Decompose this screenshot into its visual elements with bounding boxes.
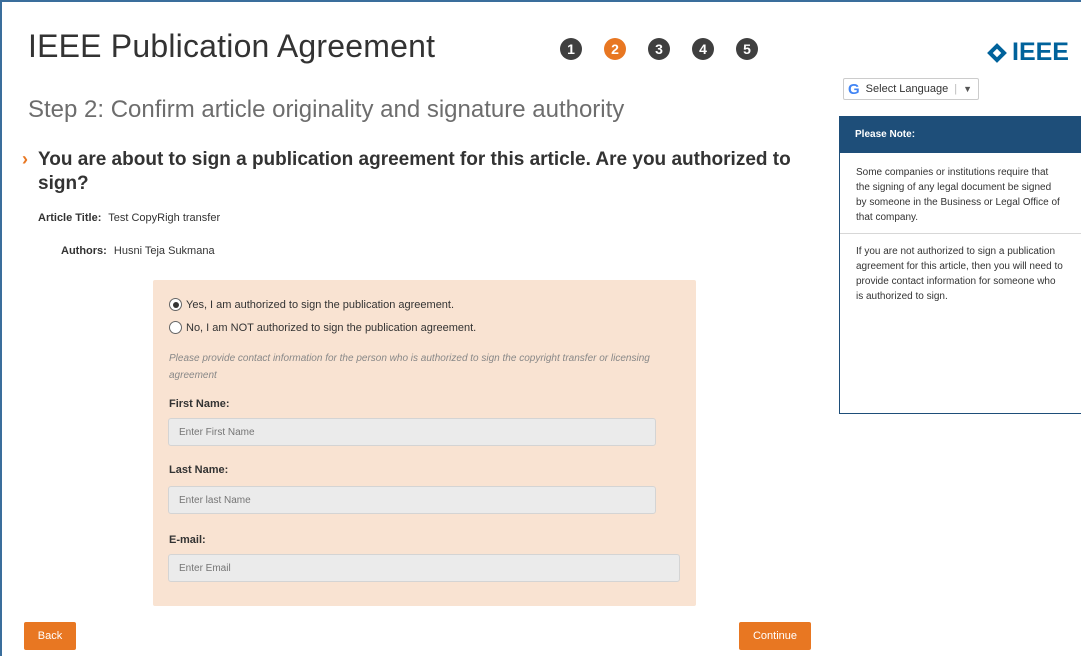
note-paragraph-2: If you are not authorized to sign a publ… xyxy=(856,246,1063,302)
last-name-input[interactable] xyxy=(168,486,656,514)
article-title-value: Test CopyRigh transfer xyxy=(108,212,221,224)
option-no-label[interactable]: No, I am NOT authorized to sign the publ… xyxy=(186,322,476,334)
step-1-indicator: 1 xyxy=(560,38,582,60)
note-paragraph-1: Some companies or institutions require t… xyxy=(840,153,1081,234)
window-top-border xyxy=(0,0,1081,2)
question-text: You are about to sign a publication agre… xyxy=(38,149,791,194)
language-selector[interactable]: G Select Language | ▼ xyxy=(843,78,980,100)
ieee-diamond-icon xyxy=(987,42,1007,63)
language-divider: | xyxy=(954,83,958,95)
ieee-logo: IEEE xyxy=(987,38,1069,67)
step-indicator: 1 2 3 4 5 xyxy=(560,38,758,60)
please-note-title: Please Note: xyxy=(840,117,1081,153)
option-yes-label[interactable]: Yes, I am authorized to sign the publica… xyxy=(186,299,454,311)
step-3-indicator: 3 xyxy=(648,38,670,60)
window-left-border xyxy=(0,0,2,656)
authors-label: Authors: xyxy=(61,245,107,257)
step-heading: Step 2: Confirm article originality and … xyxy=(28,96,625,123)
first-name-label: First Name: xyxy=(169,398,230,410)
authorization-question: › You are about to sign a publication ag… xyxy=(22,148,802,196)
authorization-form: Yes, I am authorized to sign the publica… xyxy=(153,280,696,606)
chevron-down-icon: ▼ xyxy=(963,84,973,94)
contact-hint: Please provide contact information for t… xyxy=(169,353,650,381)
google-g-icon: G xyxy=(848,80,860,98)
authors-value: Husni Teja Sukmana xyxy=(113,245,215,257)
radio-no[interactable] xyxy=(169,321,182,334)
option-yes-row[interactable]: Yes, I am authorized to sign the publica… xyxy=(169,298,454,311)
step-2-indicator: 2 xyxy=(604,38,626,60)
article-title-row: Article Title: Test CopyRigh transfer xyxy=(38,212,220,224)
chevron-right-icon: › xyxy=(22,149,28,169)
article-title-label: Article Title: xyxy=(38,212,102,224)
step-5-indicator: 5 xyxy=(736,38,758,60)
radio-yes[interactable] xyxy=(169,298,182,311)
first-name-input[interactable] xyxy=(168,418,656,446)
last-name-label: Last Name: xyxy=(169,464,229,476)
option-no-row[interactable]: No, I am NOT authorized to sign the publ… xyxy=(169,321,476,334)
back-button[interactable]: Back xyxy=(24,622,76,650)
authors-row: Authors: Husni Teja Sukmana xyxy=(61,245,215,257)
ieee-logo-text: IEEE xyxy=(1012,38,1069,66)
continue-button[interactable]: Continue xyxy=(739,622,811,650)
email-label: E-mail: xyxy=(169,534,206,546)
email-input[interactable] xyxy=(168,554,680,582)
step-4-indicator: 4 xyxy=(692,38,714,60)
language-label: Select Language xyxy=(865,83,949,95)
please-note-panel: Please Note: Some companies or instituti… xyxy=(839,116,1081,414)
page-title: IEEE Publication Agreement xyxy=(28,28,436,64)
